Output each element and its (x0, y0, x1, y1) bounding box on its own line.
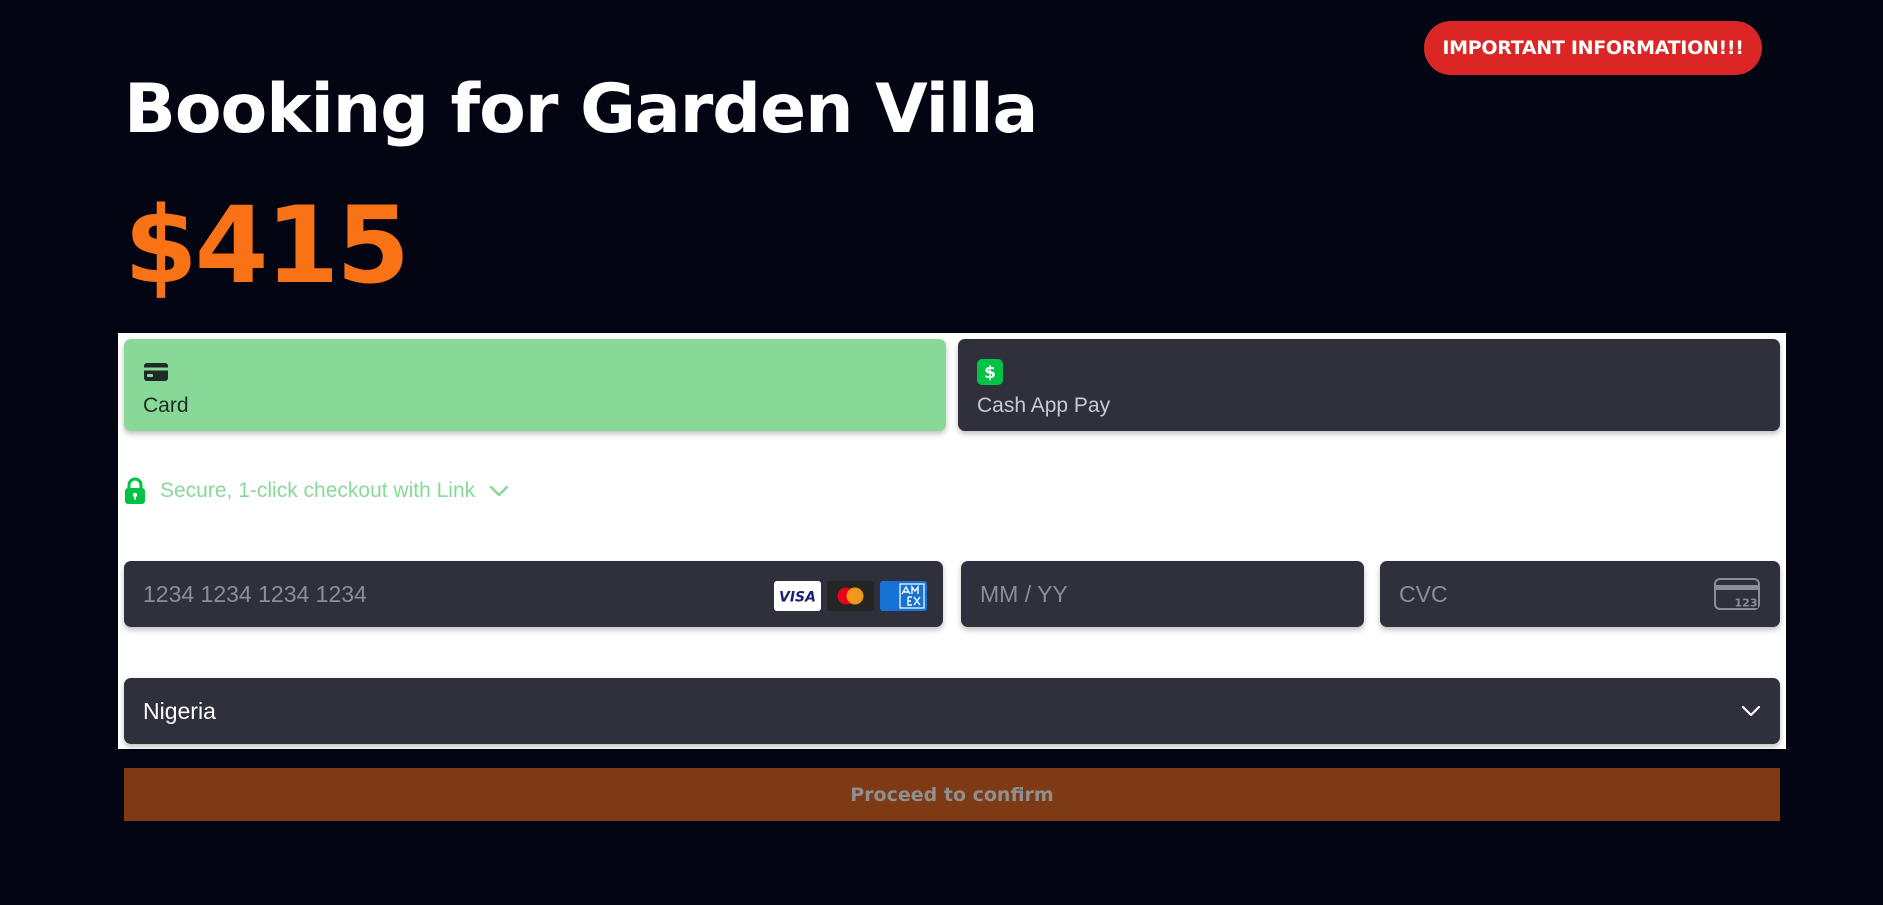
svg-text:123: 123 (1735, 597, 1758, 610)
country-select[interactable]: Nigeria (124, 678, 1780, 744)
payment-panel: Card $ Cash App Pay Secure, 1-click chec… (118, 333, 1786, 749)
chevron-down-icon (1741, 705, 1761, 717)
expiry-input[interactable] (980, 561, 1340, 627)
important-information-button[interactable]: IMPORTANT INFORMATION!!! (1424, 21, 1762, 75)
cvc-input[interactable] (1399, 561, 1699, 627)
cash-app-icon: $ (977, 359, 1003, 385)
link-checkout-text: Secure, 1-click checkout with Link (160, 479, 476, 502)
card-number-input[interactable] (143, 561, 743, 627)
mastercard-logo-icon (827, 581, 874, 611)
card-number-field: VISA (124, 561, 943, 627)
credit-card-icon (144, 363, 168, 381)
cvc-field: 123 (1380, 561, 1780, 627)
country-selected-value: Nigeria (143, 698, 216, 724)
expiry-field (961, 561, 1364, 627)
tab-card-label: Card (143, 394, 189, 417)
lock-icon (125, 477, 145, 504)
price: $415 (124, 184, 410, 307)
svg-text:VISA: VISA (779, 590, 816, 606)
tab-card[interactable]: Card (124, 339, 946, 431)
cvc-card-icon: 123 (1714, 578, 1760, 610)
page-title: Booking for Garden Villa (124, 70, 1038, 149)
link-checkout-toggle[interactable]: Secure, 1-click checkout with Link (124, 475, 509, 507)
visa-logo-icon: VISA (774, 581, 821, 611)
tab-cash-app-pay-label: Cash App Pay (977, 394, 1111, 417)
chevron-down-icon (489, 485, 509, 497)
amex-logo-icon (880, 581, 927, 611)
tab-cash-app-pay[interactable]: $ Cash App Pay (958, 339, 1780, 431)
proceed-to-confirm-button[interactable]: Proceed to confirm (124, 768, 1780, 821)
svg-text:$: $ (984, 363, 996, 383)
